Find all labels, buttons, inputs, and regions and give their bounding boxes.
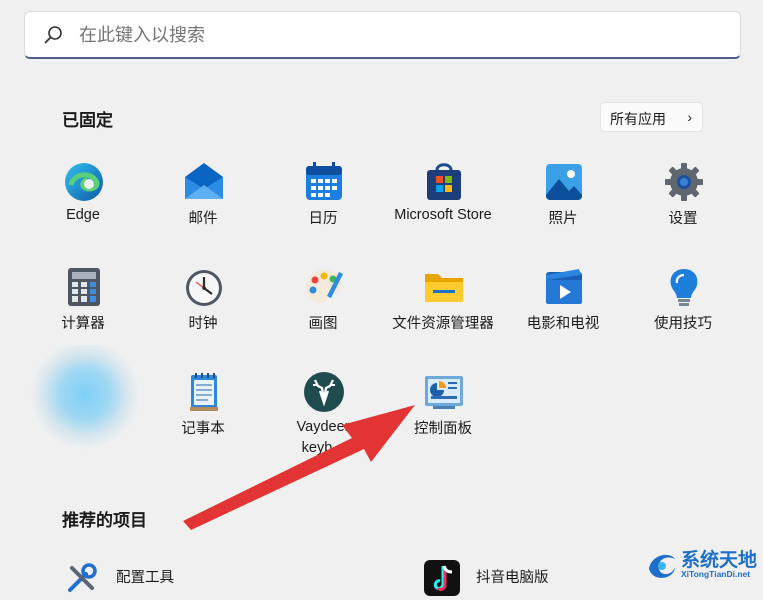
folder-icon [425, 274, 463, 302]
app-label: 画图 [308, 316, 338, 332]
app-microsoft-store[interactable]: Microsoft Store [383, 161, 503, 256]
douyin-icon [424, 560, 460, 596]
app-file-explorer[interactable]: 文件资源管理器 [383, 266, 503, 361]
chevron-right-icon: › [687, 109, 692, 125]
recommended-item[interactable]: 配置工具 [64, 560, 264, 600]
app-vaydeer[interactable]: Vaydeer keyb... [263, 371, 383, 466]
app-edge[interactable]: Edge [23, 161, 143, 256]
recommended-item[interactable]: 抖音电脑版 [424, 560, 624, 600]
tools-icon [68, 563, 97, 592]
paint-palette-icon [306, 270, 343, 304]
app-label: Vaydeer keyb... [296, 419, 350, 456]
edge-icon [65, 163, 103, 201]
app-settings[interactable]: 设置 [623, 161, 743, 256]
calendar-icon [306, 162, 342, 200]
mail-icon [185, 163, 223, 199]
all-apps-button[interactable]: 所有应用 › [600, 102, 703, 132]
notepad-icon [190, 373, 218, 411]
app-label: 时钟 [188, 316, 218, 332]
app-clock[interactable]: 时钟 [143, 266, 263, 361]
recommended-title: 推荐的项目 [62, 511, 147, 530]
search-box[interactable] [24, 11, 741, 59]
app-label: 控制面板 [414, 421, 472, 437]
vaydeer-deer-icon [304, 372, 344, 412]
watermark-logo: 系统天地 XiTongTianDi.net [645, 545, 763, 585]
app-label: 计算器 [61, 316, 105, 332]
store-icon [427, 163, 461, 200]
blurred-icon [30, 345, 140, 455]
app-label: 电影和电视 [526, 316, 600, 332]
app-control-panel[interactable]: 控制面板 [383, 371, 503, 466]
app-calendar[interactable]: 日历 [263, 161, 383, 256]
search-icon [44, 26, 62, 44]
app-label: 照片 [548, 211, 578, 227]
calculator-icon [68, 268, 100, 306]
app-label: 文件资源管理器 [392, 316, 494, 332]
clock-icon [186, 270, 222, 306]
app-tips[interactable]: 使用技巧 [623, 266, 743, 361]
settings-gear-icon [665, 163, 703, 201]
search-input[interactable] [79, 25, 679, 46]
blurred-app-icon[interactable] [30, 345, 140, 455]
app-notepad[interactable]: 记事本 [143, 371, 263, 466]
app-label: 邮件 [188, 211, 218, 227]
watermark-swirl-icon [649, 554, 675, 578]
tips-lightbulb-icon [670, 269, 698, 306]
app-movies-tv[interactable]: 电影和电视 [503, 266, 623, 361]
control-panel-icon [425, 376, 463, 409]
watermark-title: 系统天地 [681, 550, 758, 571]
app-label: Edge [66, 207, 100, 223]
app-label: 使用技巧 [654, 316, 712, 332]
all-apps-label: 所有应用 [610, 111, 666, 127]
app-mail[interactable]: 邮件 [143, 161, 263, 256]
app-paint[interactable]: 画图 [263, 266, 383, 361]
app-label: 记事本 [181, 421, 225, 437]
recommended-label: 抖音电脑版 [476, 570, 549, 586]
watermark-subtitle: XiTongTianDi.net [681, 569, 751, 579]
app-label: Microsoft Store [394, 207, 492, 223]
photos-icon [546, 164, 582, 200]
app-label: 设置 [668, 211, 698, 227]
app-photos[interactable]: 照片 [503, 161, 623, 256]
pinned-title: 已固定 [62, 111, 113, 130]
movies-tv-icon [546, 269, 582, 304]
recommended-label: 配置工具 [116, 570, 174, 586]
app-label: 日历 [308, 211, 338, 227]
